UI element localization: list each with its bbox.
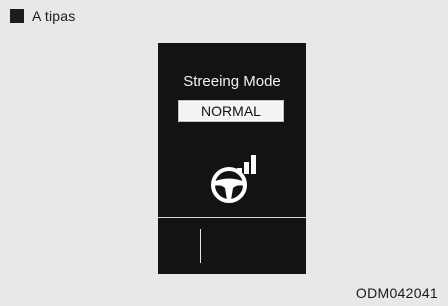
caption-label: A tipas: [32, 8, 76, 24]
display-title: Streeing Mode: [183, 73, 281, 90]
level-bar-2: [244, 162, 249, 174]
bottom-divider: [158, 217, 306, 218]
steering-wheel-level-icon: [211, 155, 256, 203]
mode-value-box: NORMAL: [178, 100, 284, 122]
figure-code: ODM042041: [355, 285, 438, 301]
cursor-line: [200, 229, 201, 263]
figure-caption: A tipas: [10, 8, 75, 24]
level-bar-3: [251, 155, 256, 174]
steering-mode-display: Streeing Mode NORMAL: [158, 43, 306, 274]
caption-marker: [10, 9, 24, 23]
